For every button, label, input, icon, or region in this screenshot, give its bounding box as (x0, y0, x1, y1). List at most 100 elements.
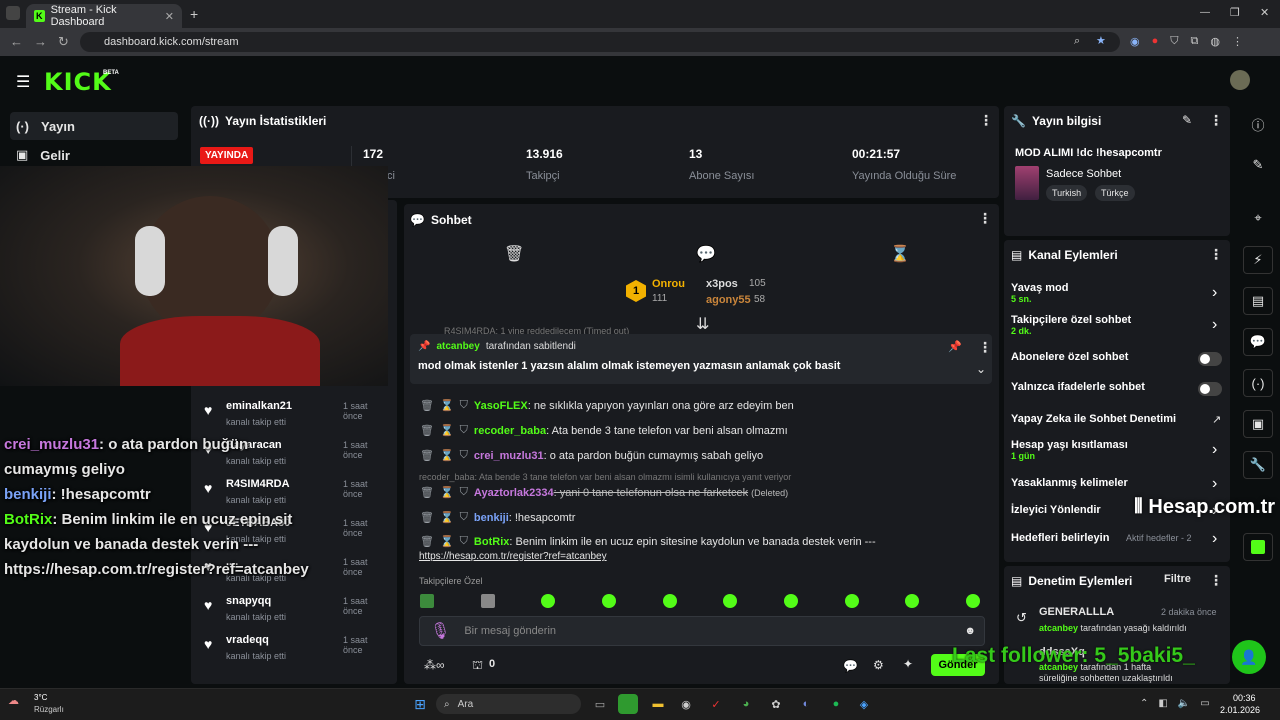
avatar[interactable] (1230, 70, 1250, 90)
extension-icon[interactable]: ◉ (1130, 35, 1140, 49)
chevron-up-icon[interactable]: ⌃ (1140, 698, 1148, 709)
bolt-icon[interactable]: ⚡ (1243, 246, 1273, 274)
emote-icon[interactable] (420, 594, 434, 608)
gear-icon[interactable]: ⚙ (873, 658, 884, 672)
wrench-icon[interactable]: 🔧 (1243, 451, 1273, 479)
minecraft-icon[interactable] (618, 694, 638, 714)
unpin-icon[interactable]: 📌 (948, 340, 962, 353)
follower-name[interactable]: eminalkan21 (226, 400, 292, 412)
file-explorer-icon[interactable]: ▬ (648, 694, 668, 714)
follower-name[interactable]: snapyqq (226, 595, 271, 607)
emote-icon[interactable] (541, 594, 556, 608)
kick-logo[interactable]: KICK (44, 68, 112, 96)
emoji-icon[interactable]: ☻ (964, 625, 976, 637)
emote-icon[interactable] (723, 594, 738, 608)
trash-icon[interactable]: 🗑 (420, 535, 434, 548)
emote-icon[interactable] (965, 594, 980, 608)
trash-icon[interactable]: 🗑 (420, 424, 434, 437)
bookmark-star-icon[interactable]: ★ (1096, 34, 1106, 47)
mod-entry-user[interactable]: GENERALLLA (1039, 606, 1114, 618)
hourglass-icon[interactable]: ⌛ (440, 399, 454, 412)
chat-settings-bubble-icon[interactable]: 💬 (843, 659, 858, 673)
profile-icon[interactable]: ◍ (1210, 35, 1220, 49)
puzzle-icon[interactable]: ✦ (903, 657, 913, 671)
mic-icon[interactable]: 🎙 (430, 621, 450, 641)
chat-input[interactable]: 🎙 Bir mesaj gönderin ☻ (419, 616, 985, 646)
stats-menu-icon[interactable]: ⋮ (979, 112, 993, 129)
minimize-button[interactable]: — (1200, 7, 1210, 18)
stream-info-menu-icon[interactable]: ⋮ (1209, 112, 1223, 129)
maximize-button[interactable]: ❐ (1230, 6, 1240, 19)
follower-name[interactable]: vradeqq (226, 634, 269, 646)
weather-icon[interactable]: ☁ (8, 694, 19, 707)
chevron-down-icon[interactable]: ⌄ (976, 362, 986, 376)
chat-username[interactable]: crei_muzlu31 (474, 450, 544, 462)
chat-username[interactable]: YasoFLEX (474, 400, 528, 412)
chevron-right-icon[interactable]: › (1212, 530, 1217, 548)
close-tab-icon[interactable]: ✕ (165, 10, 174, 23)
external-link-icon[interactable]: ↗ (1212, 413, 1221, 426)
filter-button[interactable]: Filtre (1164, 573, 1191, 585)
battery-icon[interactable]: ▭ (1200, 698, 1209, 709)
emote-icon[interactable] (662, 594, 677, 608)
emote-icon[interactable] (905, 594, 920, 608)
hourglass-icon[interactable]: ⌛ (440, 449, 454, 462)
app-icon[interactable] (1243, 533, 1273, 561)
chat-bubble-icon[interactable]: 💬 (696, 244, 716, 264)
chat-username[interactable]: benkiji (474, 512, 509, 524)
category-thumbnail[interactable] (1015, 166, 1039, 200)
tab-menu-icon[interactable] (6, 6, 20, 20)
broadcast-icon[interactable]: (·) (1243, 369, 1273, 397)
emote-icon[interactable] (480, 594, 495, 608)
extension-icon[interactable]: ● (1152, 35, 1159, 49)
leaderboard-name[interactable]: x3pos (706, 278, 738, 290)
sidebar-item-yayin[interactable]: (·) Yayın (10, 112, 178, 140)
hourglass-icon[interactable]: ⌛ (440, 424, 454, 437)
points-icon[interactable]: ⁂∞ (424, 658, 445, 672)
trash-icon[interactable]: 🗑 (504, 244, 524, 264)
category-name[interactable]: Sadece Sohbet (1046, 168, 1121, 180)
chat-link[interactable]: https://hesap.com.tr/register?ref=atcanb… (419, 551, 607, 562)
hourglass-icon[interactable]: ⌛ (440, 535, 454, 548)
mod-actor[interactable]: atcanbey (1039, 623, 1078, 633)
chat-username[interactable]: Ayaztorlak2334 (474, 487, 554, 499)
hourglass-icon[interactable]: ⌛ (440, 486, 454, 499)
chevron-right-icon[interactable]: › (1212, 475, 1217, 493)
hamburger-menu-icon[interactable]: ☰ (16, 72, 30, 92)
app-icon[interactable]: ◈ (854, 694, 874, 714)
browser-tab[interactable]: K Stream - Kick Dashboard ✕ (26, 4, 182, 28)
emote-icon[interactable] (844, 594, 859, 608)
forward-icon[interactable]: → (34, 34, 47, 49)
app-icon[interactable]: ✓ (706, 694, 726, 714)
menu-dots-icon[interactable]: ⋮ (1232, 35, 1243, 49)
close-window-button[interactable]: ✕ (1260, 6, 1269, 19)
shield-icon[interactable]: ⛉ (1170, 35, 1178, 49)
new-tab-button[interactable]: + (190, 6, 198, 22)
windows-start-icon[interactable]: ⊞ (410, 694, 430, 714)
chat-bubble-icon[interactable]: 💬 (1243, 328, 1273, 356)
chat-menu-icon[interactable]: ⋮ (978, 210, 992, 227)
channel-actions-menu-icon[interactable]: ⋮ (1209, 246, 1223, 263)
task-view-icon[interactable]: ▭ (590, 694, 610, 714)
trash-icon[interactable]: 🗑 (420, 449, 434, 462)
app-icon[interactable]: ✿ (766, 694, 786, 714)
toggle-switch[interactable] (1198, 352, 1222, 366)
chat-username[interactable]: BotRix (474, 536, 509, 548)
hourglass-icon[interactable]: ⌛ (890, 244, 910, 264)
trash-icon[interactable]: 🗑 (420, 399, 434, 412)
puzzle-icon[interactable]: ⧉ (1191, 35, 1199, 49)
reload-icon[interactable]: ↻ (58, 34, 69, 50)
pinned-by-user[interactable]: atcanbey (436, 341, 479, 352)
chevron-right-icon[interactable]: › (1212, 316, 1217, 334)
zoom-icon[interactable]: ⌕ (1074, 35, 1080, 48)
discord-icon[interactable]: ◐ (796, 694, 816, 714)
trash-icon[interactable]: 🗑 (420, 486, 434, 499)
document-icon[interactable]: ▤ (1243, 287, 1273, 315)
sidebar-item-gelir[interactable]: ▣ Gelir (10, 141, 178, 169)
chevron-right-icon[interactable]: › (1212, 441, 1217, 459)
taskbar-search[interactable]: ⌕ Ara (436, 694, 581, 714)
trash-icon[interactable]: 🗑 (420, 511, 434, 524)
url-field[interactable]: dashboard.kick.com/stream ⌕ ★ (80, 32, 1120, 52)
volume-icon[interactable]: 🔈 (1178, 698, 1190, 709)
chevron-right-icon[interactable]: › (1212, 284, 1217, 302)
